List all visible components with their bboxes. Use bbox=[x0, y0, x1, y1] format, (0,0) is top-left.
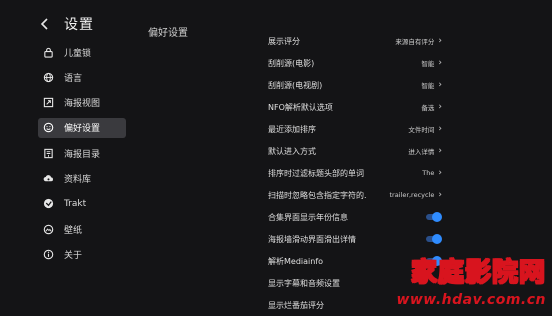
setting-value: 智能 bbox=[421, 82, 435, 90]
expand-icon bbox=[43, 97, 54, 108]
chevron-right-icon: › bbox=[438, 79, 442, 90]
chevron-right-icon: › bbox=[438, 189, 442, 200]
setting-row-sort-filter-words[interactable]: 排序时过滤标题头部的单词 The › bbox=[262, 162, 442, 184]
sidebar-item-label: 关于 bbox=[64, 250, 83, 261]
chevron-right-icon: › bbox=[438, 35, 442, 46]
setting-row-poster-wall-details[interactable]: 海报墙滑动界面滑出详情 bbox=[262, 228, 442, 250]
setting-row-scan-ignore[interactable]: 扫描时忽略包含指定字符的. trailer,recycle › bbox=[262, 184, 442, 206]
sidebar-item-poster-catalog[interactable]: 海报目录 bbox=[38, 143, 126, 163]
sidebar-nav: 儿童锁 语言 海报视图 偏好设置 海报目录 资料库 Trakt 壁纸 关于 bbox=[38, 42, 126, 270]
watermark: 家庭影院网 www.hdav.com.cn bbox=[358, 252, 548, 308]
chevron-right-icon: › bbox=[438, 57, 442, 68]
sidebar-item-label: 海报视图 bbox=[64, 99, 101, 110]
setting-value: 来源自有评分 bbox=[395, 38, 435, 46]
setting-label: NFO解析默认选项 bbox=[268, 102, 333, 112]
smiley-icon bbox=[43, 122, 54, 133]
setting-row-recent-sort[interactable]: 最近添加排序 文件时间 › bbox=[262, 118, 442, 140]
page-title: 设置 bbox=[64, 17, 94, 33]
setting-label: 排序时过滤标题头部的单词 bbox=[268, 168, 364, 178]
sidebar-item-label: 偏好设置 bbox=[64, 124, 101, 135]
info-icon bbox=[43, 249, 54, 260]
sidebar-item-label: 壁纸 bbox=[64, 225, 83, 236]
setting-row-rating-display[interactable]: 展示评分 来源自有评分 › bbox=[262, 30, 442, 52]
watermark-url: www.hdav.com.cn bbox=[396, 292, 546, 308]
sidebar-item-label: 语言 bbox=[64, 73, 83, 84]
watermark-title: 家庭影院网 bbox=[410, 257, 546, 288]
setting-label: 最近添加排序 bbox=[268, 124, 316, 134]
trakt-icon bbox=[43, 198, 54, 209]
sidebar-item-label: 资料库 bbox=[64, 174, 92, 185]
sidebar-item-label: 儿童锁 bbox=[64, 48, 92, 59]
sidebar-item-library[interactable]: 资料库 bbox=[38, 168, 126, 188]
sidebar-item-label: Trakt bbox=[64, 198, 87, 209]
sidebar: 设置 儿童锁 语言 海报视图 偏好设置 海报目录 资料库 Trakt 壁纸 关于 bbox=[0, 0, 134, 310]
header: 设置 bbox=[40, 14, 94, 34]
chevron-right-icon: › bbox=[438, 167, 442, 178]
chevron-right-icon: › bbox=[438, 101, 442, 112]
setting-label: 解析Mediainfo bbox=[268, 256, 324, 266]
setting-value: trailer,recycle bbox=[389, 191, 435, 199]
setting-label: 刮削源(电影) bbox=[268, 58, 315, 68]
setting-value: The bbox=[422, 169, 435, 177]
back-arrow-icon[interactable] bbox=[40, 15, 54, 33]
setting-label: 默认进入方式 bbox=[268, 146, 316, 156]
setting-label: 扫描时忽略包含指定字符的. bbox=[268, 190, 367, 200]
setting-label: 显示字幕和音频设置 bbox=[268, 278, 340, 288]
section-title: 偏好设置 bbox=[148, 28, 188, 39]
chevron-right-icon: › bbox=[438, 145, 442, 156]
setting-label: 显示烂番茄评分 bbox=[268, 300, 324, 310]
wallpaper-icon bbox=[43, 224, 54, 235]
globe-icon bbox=[43, 72, 54, 83]
setting-label: 刮削源(电视剧) bbox=[268, 80, 323, 90]
sidebar-item-poster-view[interactable]: 海报视图 bbox=[38, 93, 126, 113]
lock-icon bbox=[43, 47, 54, 58]
setting-label: 展示评分 bbox=[268, 36, 300, 46]
cloud-icon bbox=[43, 173, 54, 184]
sidebar-item-about[interactable]: 关于 bbox=[38, 244, 126, 264]
setting-value: 备选 bbox=[421, 104, 435, 112]
sidebar-item-child-lock[interactable]: 儿童锁 bbox=[38, 42, 126, 62]
setting-label: 海报墙滑动界面滑出详情 bbox=[268, 234, 356, 244]
setting-value: 文件时间 bbox=[408, 126, 435, 134]
toggle-switch[interactable] bbox=[426, 212, 442, 222]
sidebar-item-language[interactable]: 语言 bbox=[38, 67, 126, 87]
sidebar-item-preferences[interactable]: 偏好设置 bbox=[38, 117, 126, 138]
sidebar-item-trakt[interactable]: Trakt bbox=[38, 194, 126, 214]
sidebar-item-wallpaper[interactable]: 壁纸 bbox=[38, 219, 126, 239]
setting-row-scraper-tv[interactable]: 刮削源(电视剧) 智能 › bbox=[262, 74, 442, 96]
setting-label: 合集界面显示年份信息 bbox=[268, 212, 348, 222]
setting-value: 智能 bbox=[421, 60, 435, 68]
catalog-icon bbox=[43, 148, 54, 159]
setting-value: 进入详情 bbox=[408, 148, 435, 156]
setting-row-nfo-default[interactable]: NFO解析默认选项 备选 › bbox=[262, 96, 442, 118]
setting-row-default-entry[interactable]: 默认进入方式 进入详情 › bbox=[262, 140, 442, 162]
chevron-right-icon: › bbox=[438, 123, 442, 134]
sidebar-item-label: 海报目录 bbox=[64, 149, 101, 160]
toggle-switch[interactable] bbox=[426, 234, 442, 244]
setting-row-scraper-movie[interactable]: 刮削源(电影) 智能 › bbox=[262, 52, 442, 74]
setting-row-collection-year[interactable]: 合集界面显示年份信息 bbox=[262, 206, 442, 228]
